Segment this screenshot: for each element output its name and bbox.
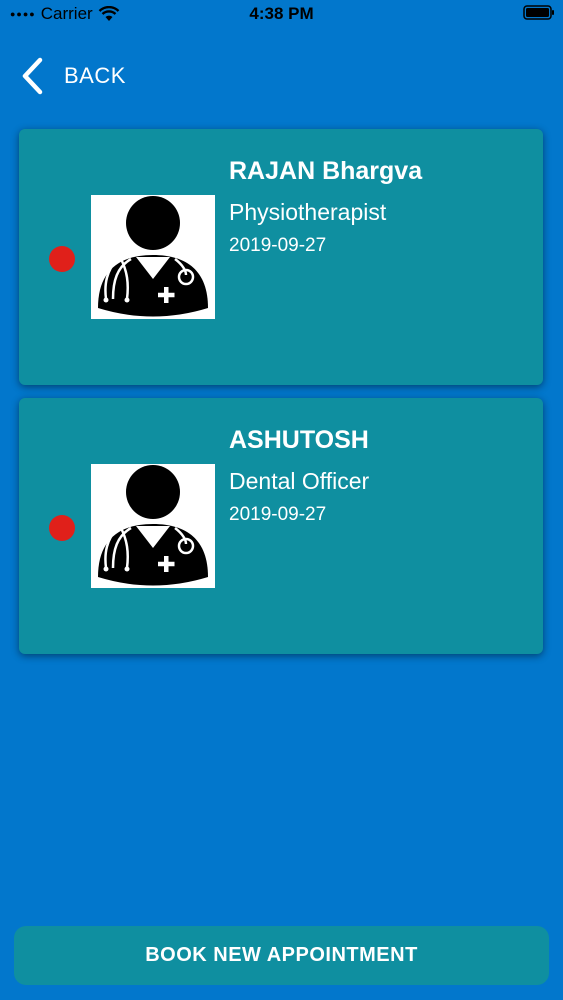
appointment-date: 2019-09-27 — [229, 504, 327, 525]
status-time: 4:38 PM — [249, 4, 314, 23]
status-dot — [49, 515, 75, 541]
doctor-name: RAJAN Bhargva — [229, 157, 423, 185]
chevron-left-icon — [22, 57, 43, 95]
back-label: BACK — [64, 63, 126, 88]
doctor-name: ASHUTOSH — [229, 426, 369, 454]
back-button[interactable]: BACK — [20, 56, 126, 96]
appointment-card[interactable]: RAJAN Bhargva Physiotherapist 2019-09-27 — [19, 129, 543, 385]
appointment-date: 2019-09-27 — [229, 235, 327, 256]
appointment-card[interactable]: ASHUTOSH Dental Officer 2019-09-27 — [19, 398, 543, 654]
doctor-avatar-icon — [91, 464, 215, 588]
doctor-avatar-icon — [91, 195, 215, 319]
book-new-appointment-button[interactable]: BOOK NEW APPOINTMENT — [14, 926, 549, 985]
doctor-role: Physiotherapist — [229, 199, 387, 225]
status-bar: ●●●● Carrier 4:38 PM — [0, 0, 563, 28]
doctor-role: Dental Officer — [229, 468, 370, 494]
battery-icon — [523, 5, 554, 20]
status-dot — [49, 246, 75, 272]
